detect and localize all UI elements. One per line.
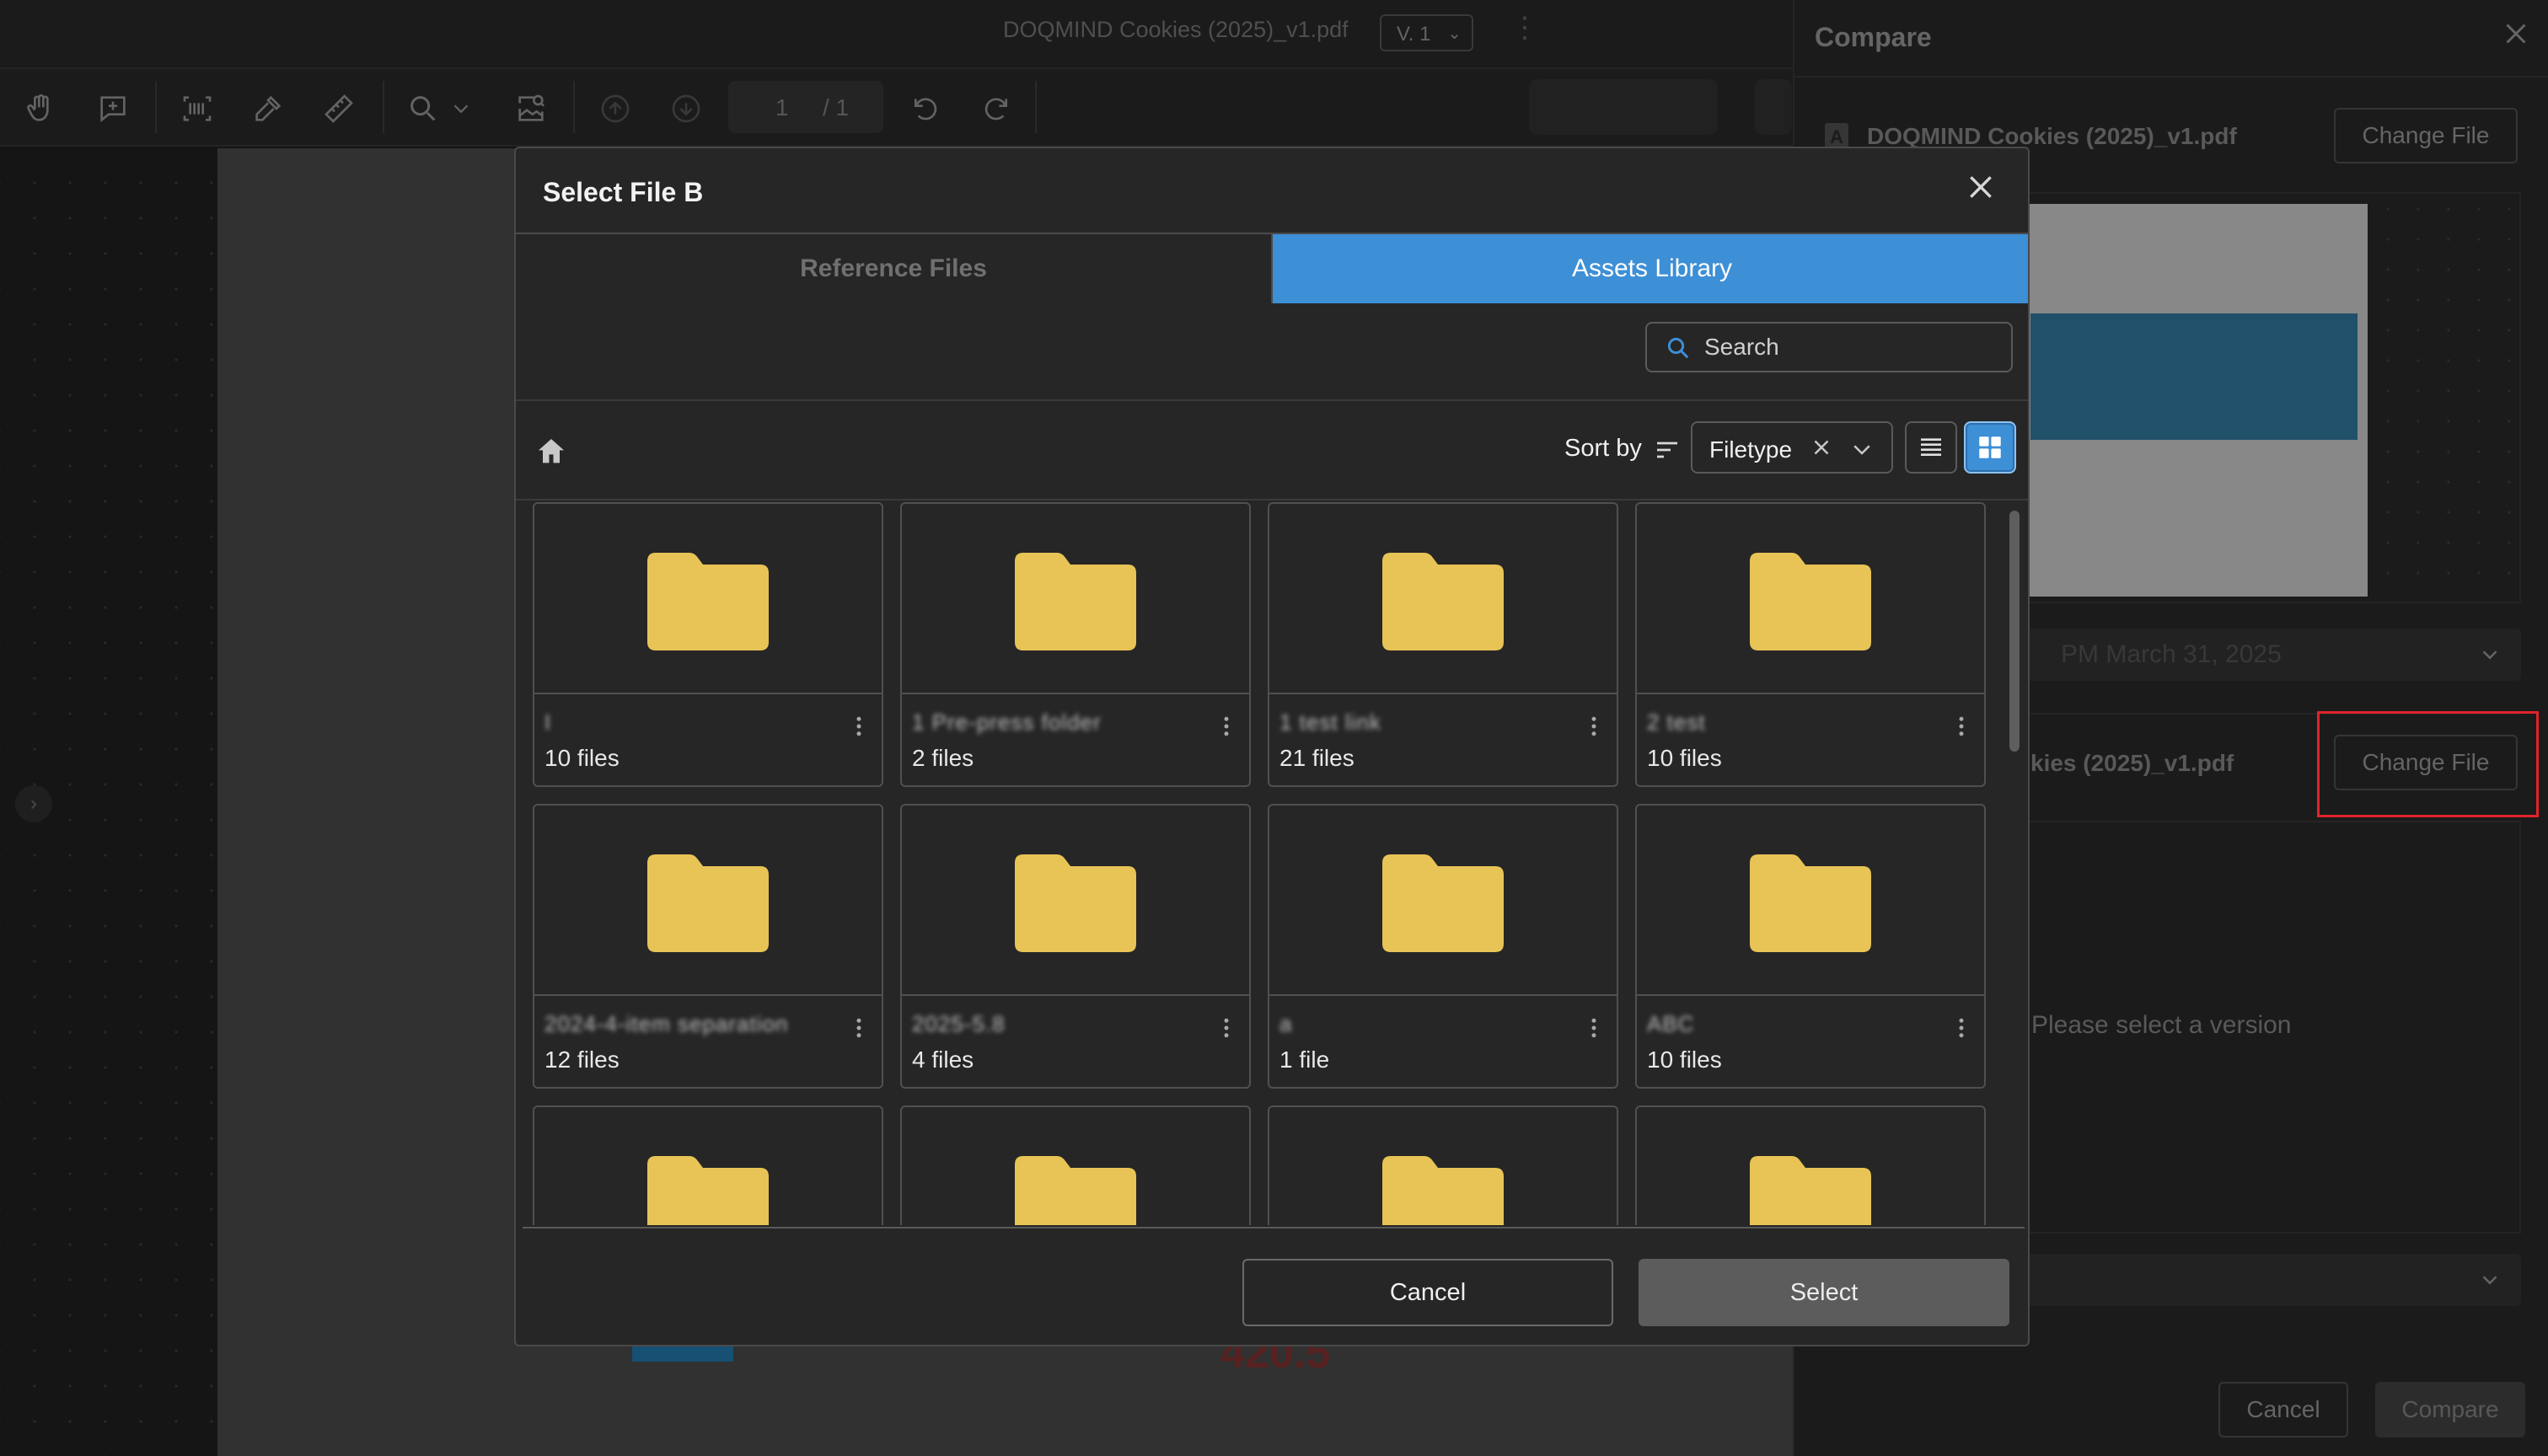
folder-file-count: 12 files xyxy=(544,1046,620,1073)
folder-icon xyxy=(1382,549,1504,650)
folder-card[interactable] xyxy=(1635,1105,1986,1225)
folder-card[interactable]: I 10 files xyxy=(533,502,883,787)
grid-view-button[interactable] xyxy=(1964,421,2016,474)
folder-thumbnail xyxy=(1637,504,1984,694)
close-icon[interactable] xyxy=(1964,170,1998,208)
folder-grid: I 10 files 1 Pre-press folder 2 files 1 test… xyxy=(516,502,2028,1225)
sort-value: Filetype xyxy=(1709,436,1793,463)
folder-name: ABC xyxy=(1647,1011,1695,1036)
folder-icon xyxy=(1382,851,1504,952)
folder-name: 1 Pre-press folder xyxy=(912,709,1102,735)
dialog-title: Select File B xyxy=(543,177,704,207)
folder-name: 2024-4-item separation xyxy=(544,1011,789,1036)
tab-reference-files[interactable]: Reference Files xyxy=(516,234,1273,303)
folder-icon xyxy=(1750,549,1871,650)
folder-file-count: 10 files xyxy=(1647,1046,1722,1073)
folder-thumbnail xyxy=(902,806,1249,996)
scrollbar-thumb[interactable] xyxy=(2009,511,2020,752)
folder-icon xyxy=(647,549,769,650)
folder-thumbnail xyxy=(1269,806,1617,996)
folder-card[interactable]: 1 test link 21 files xyxy=(1268,502,1618,787)
folder-thumbnail xyxy=(534,504,882,694)
folder-file-count: 10 files xyxy=(544,745,620,771)
sort-icon[interactable] xyxy=(1654,436,1681,463)
folder-icon xyxy=(1015,851,1136,952)
folder-card[interactable] xyxy=(900,1105,1251,1225)
folder-thumbnail xyxy=(1269,504,1617,694)
cancel-button[interactable]: Cancel xyxy=(1242,1259,1613,1326)
folder-more-icon[interactable] xyxy=(1949,713,1974,740)
folder-file-count: 4 files xyxy=(912,1046,974,1073)
folder-more-icon[interactable] xyxy=(1214,1014,1239,1041)
folder-file-count: 1 file xyxy=(1279,1046,1330,1073)
folder-thumbnail xyxy=(902,1107,1249,1225)
filter-row: Sort by Filetype xyxy=(516,401,2028,500)
change-file-highlight xyxy=(2317,711,2539,817)
folder-more-icon[interactable] xyxy=(1581,713,1607,740)
folder-name: 1 test link xyxy=(1279,709,1381,735)
folder-more-icon[interactable] xyxy=(1949,1014,1974,1041)
folder-card[interactable]: 2025-5.8 4 files xyxy=(900,804,1251,1089)
folder-icon xyxy=(647,1153,769,1225)
folder-card[interactable] xyxy=(1268,1105,1618,1225)
sort-select[interactable]: Filetype xyxy=(1691,421,1893,474)
folder-card[interactable]: a 1 file xyxy=(1268,804,1618,1089)
dialog-tabs: Reference Files Assets Library xyxy=(516,233,2028,303)
search-box[interactable] xyxy=(1645,322,2013,372)
folder-icon xyxy=(1382,1153,1504,1225)
folder-icon xyxy=(1015,1153,1136,1225)
folder-file-count: 10 files xyxy=(1647,745,1722,771)
folder-thumbnail xyxy=(534,806,882,996)
tab-assets-library[interactable]: Assets Library xyxy=(1273,234,2028,303)
folder-file-count: 21 files xyxy=(1279,745,1354,771)
folder-thumbnail xyxy=(534,1107,882,1225)
folder-thumbnail xyxy=(1637,1107,1984,1225)
grid-view-icon xyxy=(1979,436,2001,458)
folder-thumbnail xyxy=(1269,1107,1617,1225)
sort-label: Sort by xyxy=(1564,435,1642,462)
folder-name: 2025-5.8 xyxy=(912,1011,1006,1036)
folder-icon xyxy=(647,851,769,952)
list-view-button[interactable] xyxy=(1905,421,1957,474)
folder-card[interactable]: 1 Pre-press folder 2 files xyxy=(900,502,1251,787)
select-button[interactable]: Select xyxy=(1639,1259,2009,1326)
folder-thumbnail xyxy=(902,504,1249,694)
search-row xyxy=(516,303,2028,401)
folder-name: I xyxy=(544,709,552,735)
search-input[interactable] xyxy=(1704,330,1999,364)
folder-card[interactable]: 2 test 10 files xyxy=(1635,502,1986,787)
folder-icon xyxy=(1015,549,1136,650)
folder-card[interactable]: 2024-4-item separation 12 files xyxy=(533,804,883,1089)
search-icon xyxy=(1667,337,1689,359)
folder-card[interactable] xyxy=(533,1105,883,1225)
chevron-down-icon[interactable] xyxy=(1849,436,1875,462)
folder-more-icon[interactable] xyxy=(1214,713,1239,740)
folder-more-icon[interactable] xyxy=(1581,1014,1607,1041)
folder-card[interactable]: ABC 10 files xyxy=(1635,804,1986,1089)
folder-icon xyxy=(1750,1153,1871,1225)
home-icon[interactable] xyxy=(534,435,568,468)
folder-more-icon[interactable] xyxy=(846,1014,872,1041)
select-file-dialog: Select File B Reference Files Assets Lib… xyxy=(514,147,2030,1346)
folder-more-icon[interactable] xyxy=(846,713,872,740)
folder-name: a xyxy=(1279,1011,1293,1036)
folder-icon xyxy=(1750,851,1871,952)
clear-icon[interactable] xyxy=(1809,435,1834,460)
list-view-icon xyxy=(1921,438,1941,456)
folder-thumbnail xyxy=(1637,806,1984,996)
folder-file-count: 2 files xyxy=(912,745,974,771)
folder-name: 2 test xyxy=(1647,709,1706,735)
